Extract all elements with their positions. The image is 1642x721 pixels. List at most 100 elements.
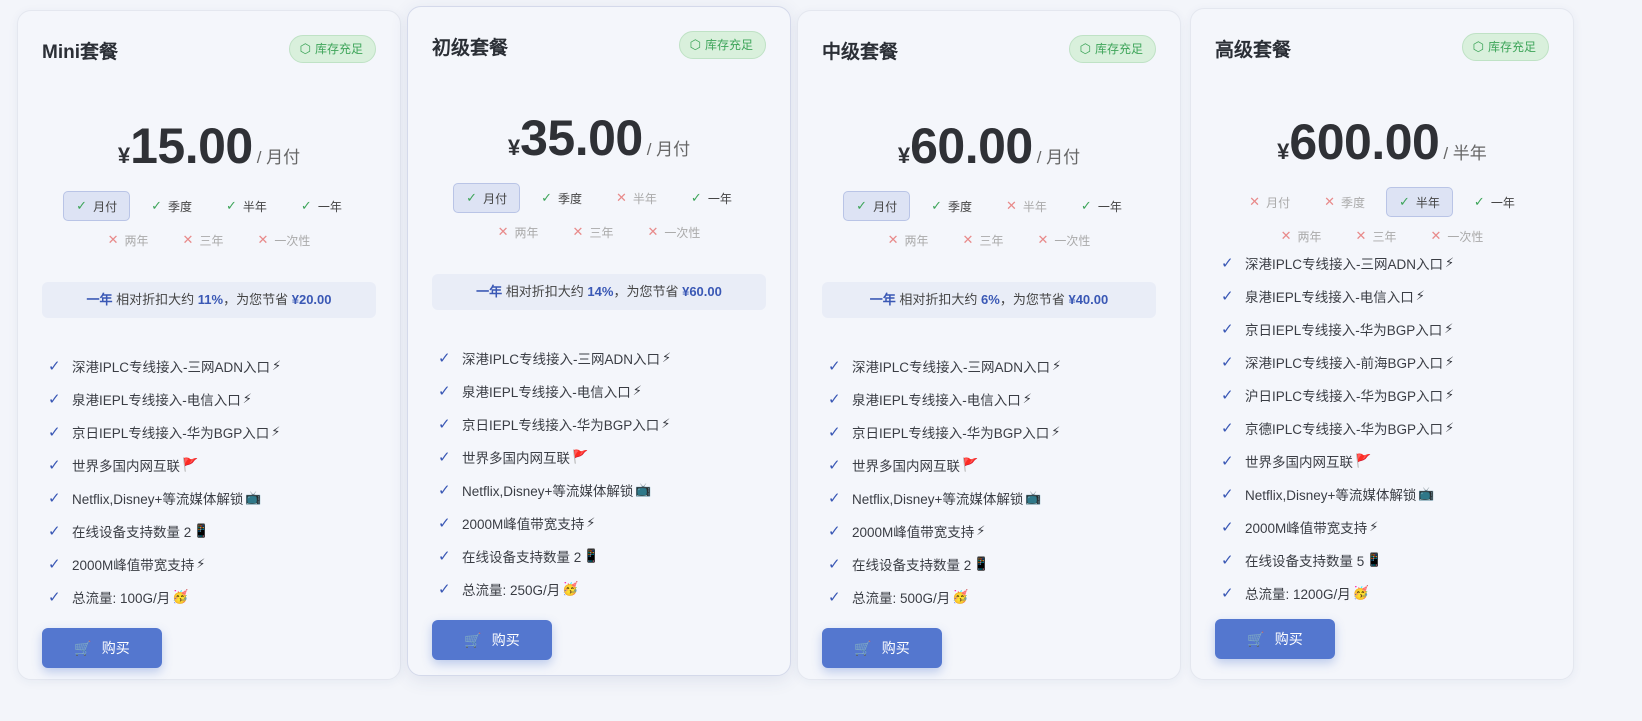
period-option[interactable]: ✓ 一年 (288, 191, 355, 221)
discount-text: 相对折扣大约 (505, 284, 584, 299)
check-icon: ✓ (438, 580, 451, 598)
period-option[interactable]: ✕ 半年 (603, 183, 670, 213)
period-option[interactable]: ✓ 半年 (1386, 187, 1453, 217)
discount-savings: ¥20.00 (291, 292, 332, 307)
period-option[interactable]: ✓ 一年 (1068, 191, 1135, 221)
period-option-label: 季度 (557, 191, 582, 206)
plan-title: 初级套餐 (432, 38, 509, 59)
period-option[interactable]: ✓ 月付 (843, 191, 911, 221)
period-option[interactable]: ✕ 两年 (95, 225, 162, 255)
period-option[interactable]: ✓ 半年 (213, 191, 280, 221)
billing-period-selector: ✓ 月付 ✓ 季度 ✓ 半年 ✓ 一年 ✕ 两年 ✕ 三年 ✕ 一次性 (42, 189, 376, 257)
period-option[interactable]: ✓ 一年 (1461, 187, 1528, 217)
period-option[interactable]: ✕ 月付 (1236, 187, 1303, 217)
check-icon: ✓ (76, 198, 88, 213)
cross-icon: ✕ (1324, 194, 1335, 209)
buy-button[interactable]: 🛒 购买 (1215, 619, 1335, 659)
currency-symbol: ¥ (1277, 139, 1290, 164)
period-option[interactable]: ✕ 两年 (875, 225, 942, 255)
check-icon: ✓ (1221, 551, 1234, 569)
check-icon: ✓ (1221, 287, 1234, 305)
cross-icon: ✕ (572, 224, 584, 239)
check-icon: ✓ (856, 198, 868, 213)
check-icon: ✓ (931, 198, 942, 213)
feature-text: 京日IEPL专线接入-华为BGP入口 (72, 425, 270, 441)
period-option[interactable]: ✓ 月付 (453, 183, 521, 213)
period-option[interactable]: ✕ 半年 (993, 191, 1060, 221)
feature-text: 2000M峰值带宽支持 (852, 524, 975, 540)
feature-emoji-icon: ⚡ (632, 382, 642, 398)
period-option[interactable]: ✓ 季度 (138, 191, 205, 221)
feature-text: 总流量: 250G/月 (462, 582, 561, 598)
feature-item: ✓ 泉港IEPL专线接入-电信入口 ⚡ (828, 382, 1160, 415)
stock-status-label: 库存充足 (314, 42, 363, 56)
feature-emoji-icon: 🥳 (172, 588, 189, 604)
period-option[interactable]: ✓ 一年 (678, 183, 745, 213)
period-row: ✕ 月付 ✕ 季度 ✓ 半年 ✓ 一年 (1215, 185, 1549, 219)
period-option-label: 三年 (199, 233, 224, 248)
feature-text: 京日IEPL专线接入-华为BGP入口 (462, 417, 660, 433)
buy-button[interactable]: 🛒 购买 (42, 628, 162, 668)
feature-emoji-icon: 📺 (1418, 485, 1435, 501)
buy-button[interactable]: 🛒 购买 (822, 628, 942, 668)
period-option[interactable]: ✕ 三年 (170, 225, 237, 255)
feature-emoji-icon: 📺 (635, 481, 652, 497)
feature-emoji-icon: ⚡ (1445, 254, 1455, 270)
feature-item: ✓ 泉港IEPL专线接入-电信入口 ⚡ (1221, 279, 1553, 312)
feature-text: 深港IPLC专线接入-三网ADN入口 (852, 359, 1051, 375)
feature-item: ✓ 世界多国内网互联 🚩 (438, 440, 770, 473)
period-option[interactable]: ✕ 一次性 (634, 217, 713, 247)
check-icon: ✓ (438, 382, 451, 400)
feature-item: ✓ 2000M峰值带宽支持 ⚡ (1221, 510, 1553, 543)
box-icon: ⬡ (1472, 39, 1484, 54)
discount-savings: ¥60.00 (682, 284, 722, 299)
feature-text: 世界多国内网互联 (462, 450, 570, 466)
check-icon: ✓ (48, 456, 61, 474)
period-option-label: 季度 (167, 199, 192, 214)
check-icon: ✓ (828, 423, 841, 441)
feature-emoji-icon: 📱 (1366, 551, 1383, 567)
check-icon: ✓ (151, 198, 162, 213)
feature-text: 深港IPLC专线接入-三网ADN入口 (72, 359, 271, 375)
feature-item: ✓ 总流量: 500G/月 🥳 (828, 580, 1160, 613)
check-icon: ✓ (1221, 320, 1234, 338)
period-row: ✕ 两年 ✕ 三年 ✕ 一次性 (432, 215, 766, 249)
currency-symbol: ¥ (117, 143, 131, 168)
check-icon: ✓ (1399, 194, 1410, 209)
period-option-label: 一年 (707, 191, 732, 206)
period-option[interactable]: ✕ 季度 (1311, 187, 1378, 217)
check-icon: ✓ (1473, 194, 1485, 209)
price-display: ¥15.00/ 月付 (18, 117, 400, 175)
period-option[interactable]: ✓ 季度 (918, 191, 985, 221)
discount-banner: 一年 相对折扣大约 14%，为您节省 ¥60.00 (432, 274, 766, 310)
price-period: / 半年 (1443, 144, 1487, 163)
feature-text: 深港IPLC专线接入-三网ADN入口 (462, 351, 661, 367)
feature-list: ✓ 深港IPLC专线接入-三网ADN入口 ⚡ ✓ 泉港IEPL专线接入-电信入口 ⚡ ✓ 京日… (828, 349, 1160, 613)
feature-text: 总流量: 100G/月 (72, 590, 171, 606)
period-option[interactable]: ✕ 一次性 (244, 225, 323, 255)
stock-status-label: 库存充足 (1094, 42, 1143, 56)
period-option[interactable]: ✓ 季度 (528, 183, 595, 213)
period-option[interactable]: ✕ 一次性 (1024, 225, 1103, 255)
discount-banner: 一年 相对折扣大约 11%，为您节省 ¥20.00 (42, 282, 376, 318)
period-option[interactable]: ✕ 三年 (950, 225, 1017, 255)
period-option[interactable]: ✓ 月付 (63, 191, 131, 221)
feature-emoji-icon: ⚡ (976, 522, 986, 538)
feature-list: ✓ 深港IPLC专线接入-三网ADN入口 ⚡ ✓ 泉港IEPL专线接入-电信入口 ⚡ ✓ 京日… (438, 341, 770, 605)
period-option-label: 一次性 (274, 233, 311, 248)
check-icon: ✓ (226, 198, 237, 213)
buy-button[interactable]: 🛒 购买 (432, 620, 552, 660)
check-icon: ✓ (438, 547, 451, 565)
feature-item: ✓ 在线设备支持数量 2 📱 (438, 539, 770, 572)
period-option[interactable]: ✕ 两年 (485, 217, 552, 247)
cross-icon: ✕ (887, 232, 899, 247)
check-icon: ✓ (828, 390, 841, 408)
feature-text: 深港IPLC专线接入-三网ADN入口 (1245, 256, 1444, 272)
cross-icon: ✕ (1249, 194, 1261, 209)
check-icon: ✓ (828, 588, 841, 606)
stock-status-label: 库存充足 (704, 38, 753, 52)
feature-item: ✓ 世界多国内网互联 🚩 (48, 448, 380, 481)
check-icon: ✓ (48, 555, 61, 573)
period-option[interactable]: ✕ 三年 (560, 217, 627, 247)
buy-button-label: 购买 (1274, 631, 1303, 647)
